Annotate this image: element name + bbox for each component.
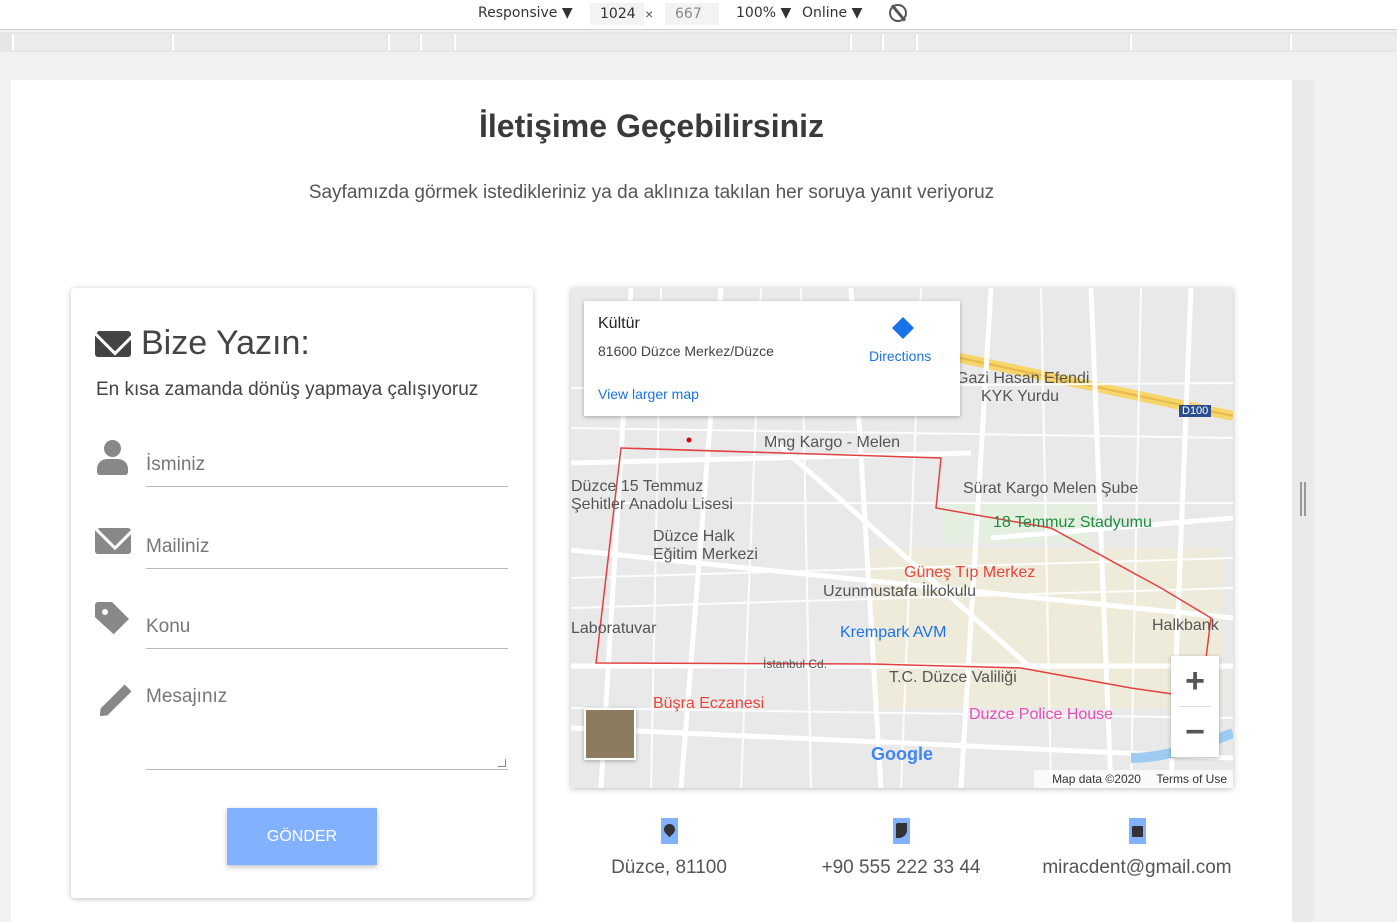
- form-heading: Bize Yazın:: [95, 324, 310, 363]
- ruler-segment[interactable]: [882, 34, 914, 50]
- ruler-segment[interactable]: [388, 34, 418, 50]
- road-badge: D100: [1179, 405, 1212, 417]
- map-footer: Map data ©2020 Terms of Use: [1034, 770, 1233, 788]
- form-heading-text: Bize Yazın:: [141, 324, 310, 362]
- resize-handle[interactable]: [1300, 482, 1306, 516]
- google-logo: Google: [871, 744, 933, 764]
- ruler-segment[interactable]: [850, 34, 880, 50]
- map-label: Şehitler Anadolu Lisesi: [571, 496, 733, 513]
- tag-icon: [95, 602, 131, 638]
- person-icon: [95, 440, 131, 476]
- page-title: İletişime Geçebilirsiniz: [478, 108, 825, 144]
- map-label: 18 Temmuz Stadyumu: [993, 514, 1152, 531]
- network-select[interactable]: Online ▼: [802, 5, 862, 21]
- map-label: Düzce 15 Temmuz: [571, 478, 704, 495]
- name-input[interactable]: İsminiz: [146, 454, 508, 487]
- map-label: İstanbul Cd.: [763, 657, 828, 671]
- form-subheading: En kısa zamanda dönüş yapmaya çalışıyoru…: [96, 379, 479, 400]
- contact-address: Düzce, 81100: [559, 818, 779, 879]
- message-textarea[interactable]: Mesajınız: [146, 686, 508, 770]
- submit-button[interactable]: GÖNDER: [227, 808, 377, 865]
- message-placeholder: Mesajınız: [146, 686, 228, 707]
- zoom-in-button[interactable]: +: [1171, 656, 1219, 706]
- dimension-separator: ×: [645, 6, 654, 22]
- map-label: Düzce Halk: [653, 528, 735, 545]
- ruler-segment[interactable]: [12, 34, 170, 50]
- map-label: Mng Kargo - Melen: [764, 434, 901, 451]
- map-label: Uzunmustafa İlkokulu: [823, 583, 976, 600]
- map-embed[interactable]: Gazi Hasan Efendi KYK Yurdu Mng Kargo - …: [571, 288, 1233, 788]
- map-label: KYK Yurdu: [981, 388, 1059, 405]
- place-name: Kültür: [598, 315, 640, 332]
- contact-phone: +90 555 222 33 44: [791, 818, 1011, 879]
- envelope-icon: [1128, 818, 1146, 844]
- zoom-controls: + −: [1171, 656, 1219, 757]
- map-label: Sürat Kargo Melen Şube: [963, 480, 1139, 497]
- email-input[interactable]: Mailiniz: [146, 536, 508, 569]
- address-text: Düzce, 81100: [611, 857, 727, 878]
- ruler-segment[interactable]: [420, 34, 452, 50]
- contact-email: miracdent@gmail.com: [1027, 818, 1247, 879]
- zoom-out-button[interactable]: −: [1171, 707, 1219, 757]
- contact-form-card: Bize Yazın: En kısa zamanda dönüş yapmay…: [71, 288, 533, 898]
- map-label: T.C. Düzce Valiliği: [889, 669, 1017, 686]
- email-text: miracdent@gmail.com: [1042, 857, 1232, 878]
- ruler-segment[interactable]: [1130, 34, 1288, 50]
- phone-icon: [892, 818, 910, 844]
- map-label: Gazi Hasan Efendi: [956, 370, 1090, 387]
- terms-link[interactable]: Terms of Use: [1156, 772, 1227, 786]
- directions-icon[interactable]: [892, 317, 914, 339]
- resize-grip-icon[interactable]: [498, 759, 506, 767]
- map-label: Laboratuvar: [571, 620, 657, 637]
- device-select[interactable]: Responsive ▼: [478, 5, 573, 21]
- ruler-segment[interactable]: [916, 34, 1128, 50]
- place-address: 81600 Düzce Merkez/Düzce: [598, 343, 774, 359]
- view-larger-map-link[interactable]: View larger map: [598, 386, 699, 402]
- rotate-icon[interactable]: [889, 4, 907, 22]
- width-input[interactable]: 1024: [590, 3, 644, 25]
- ruler-segment[interactable]: [172, 34, 386, 50]
- map-data-text: Map data ©2020: [1052, 772, 1141, 786]
- map-label: Krempark AVM: [840, 624, 947, 641]
- ruler-segment[interactable]: [1290, 34, 1397, 50]
- ruler-segment[interactable]: [454, 34, 848, 50]
- media-query-ruler: [0, 32, 1397, 52]
- map-label: Duzce Police House: [969, 706, 1114, 723]
- envelope-icon: [95, 528, 131, 554]
- phone-text: +90 555 222 33 44: [821, 857, 981, 878]
- pencil-icon: [95, 684, 131, 720]
- envelope-icon: [95, 330, 131, 357]
- map-label: Halkbank: [1152, 617, 1219, 634]
- satellite-toggle[interactable]: [584, 708, 636, 760]
- devtools-toolbar: Responsive ▼ 1024 × 667 100% ▼ Online ▼: [0, 0, 1397, 30]
- height-input[interactable]: 667: [665, 3, 719, 25]
- page-subtitle: Sayfamızda görmek istedikleriniz ya da a…: [308, 182, 995, 203]
- subject-input[interactable]: Konu: [146, 616, 508, 649]
- page-viewport: İletişime Geçebilirsiniz Sayfamızda görm…: [11, 80, 1292, 922]
- zoom-select[interactable]: 100% ▼: [736, 5, 791, 21]
- map-label: Güneş Tıp Merkez: [904, 564, 1036, 581]
- directions-link[interactable]: Directions: [869, 348, 931, 364]
- place-card: Kültür 81600 Düzce Merkez/Düzce View lar…: [584, 301, 960, 416]
- map-label: Büşra Eczanesi: [653, 695, 765, 712]
- map-marker-icon: [660, 818, 678, 844]
- map-label: Eğitim Merkezi: [653, 546, 758, 563]
